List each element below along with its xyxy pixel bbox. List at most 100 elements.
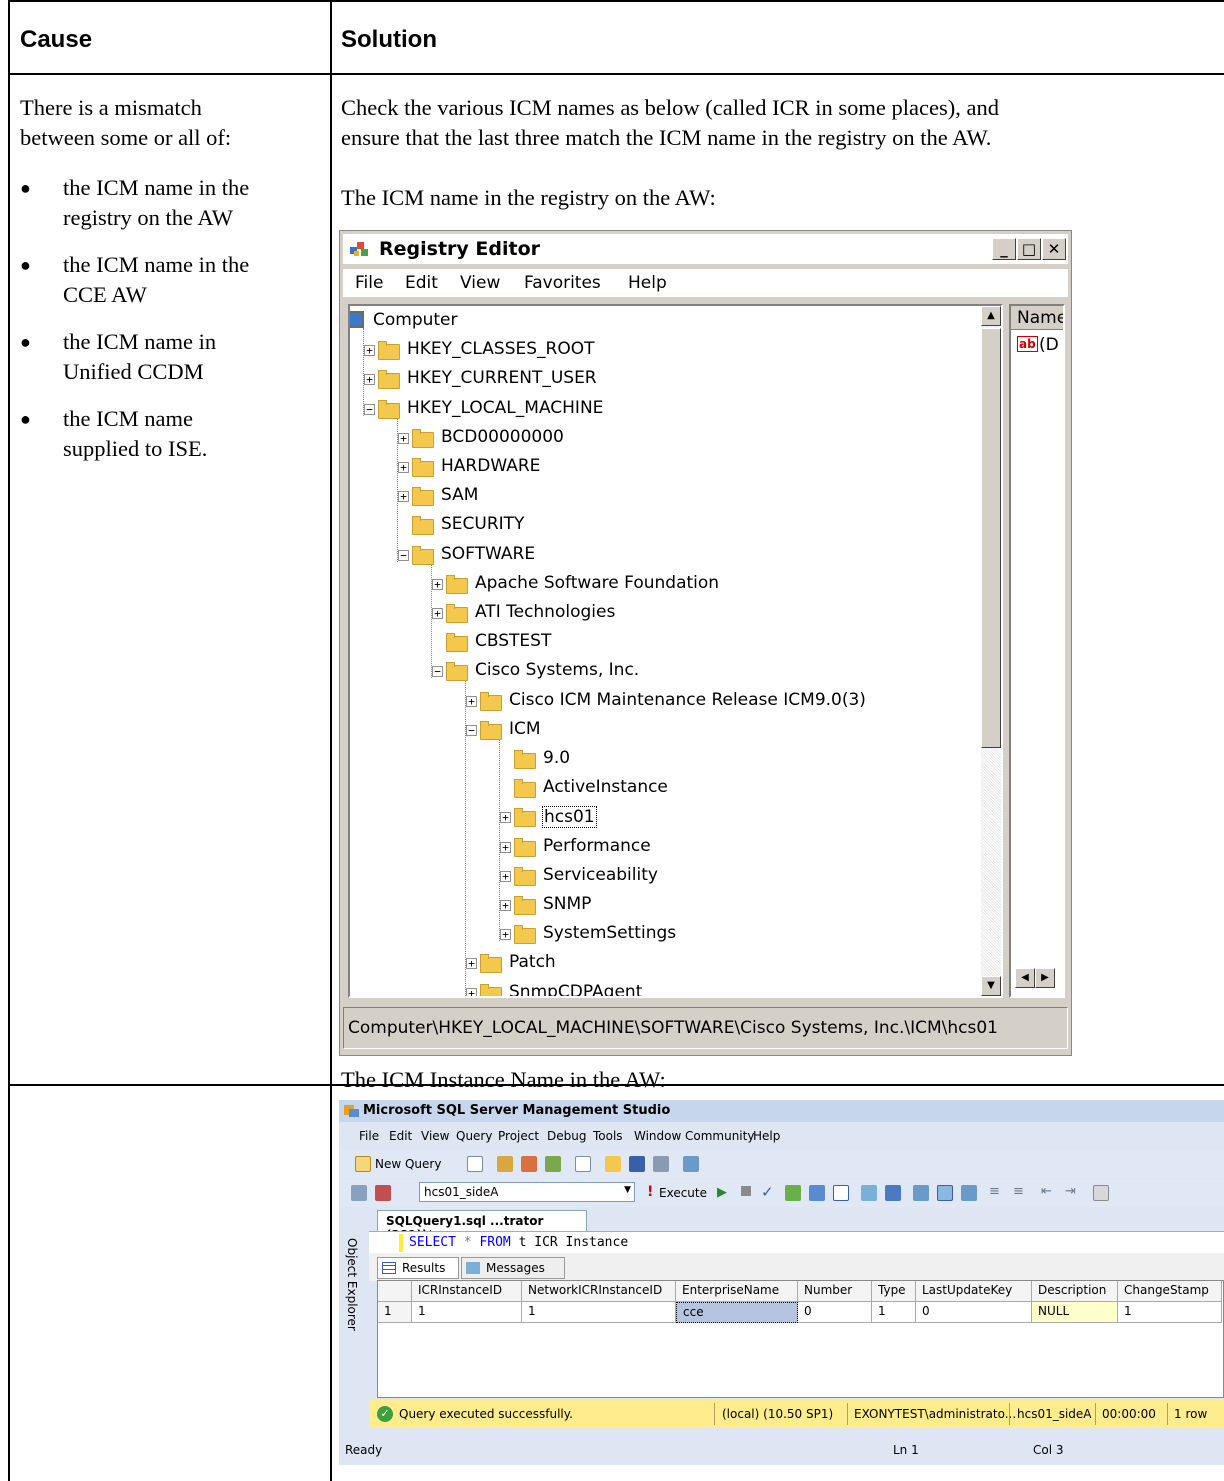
database-selector[interactable]: hcs01_sideA ▼ xyxy=(419,1182,635,1202)
xmla-query-icon[interactable] xyxy=(575,1156,591,1172)
scroll-right-button[interactable]: ▶ xyxy=(1035,968,1055,988)
results-tab[interactable]: Results xyxy=(377,1257,459,1279)
menu-file[interactable]: File xyxy=(355,273,383,293)
expand-icon[interactable]: + xyxy=(500,812,511,824)
expand-icon[interactable]: + xyxy=(500,841,511,853)
minimize-button[interactable]: _ xyxy=(992,238,1016,260)
tree-vertical-scrollbar[interactable]: ▲ ▼ xyxy=(981,306,1001,996)
ssms-menu-edit[interactable]: Edit xyxy=(389,1129,412,1143)
column-header[interactable]: Description xyxy=(1032,1281,1118,1302)
column-header[interactable]: NetworkICRInstanceID xyxy=(522,1281,676,1302)
connect-icon[interactable] xyxy=(351,1185,367,1201)
estimated-plan-icon[interactable] xyxy=(785,1185,801,1201)
column-header[interactable]: Type xyxy=(872,1281,916,1302)
query-document-tab[interactable]: SQLQuery1.sql ...trator (281))* xyxy=(377,1210,587,1242)
expand-icon[interactable]: + xyxy=(364,345,375,357)
collapse-icon[interactable]: − xyxy=(432,666,443,678)
table-cell[interactable]: 1 xyxy=(412,1302,522,1323)
results-to-report-icon[interactable] xyxy=(961,1185,977,1201)
menu-view[interactable]: View xyxy=(460,273,500,293)
scroll-up-button[interactable]: ▲ xyxy=(981,306,1001,326)
expand-icon[interactable]: + xyxy=(500,900,511,911)
database-query-icon[interactable] xyxy=(497,1156,513,1172)
open-file-icon[interactable] xyxy=(605,1156,621,1172)
collapse-icon[interactable]: − xyxy=(364,403,375,415)
expand-icon[interactable]: + xyxy=(398,491,409,503)
debug-icon[interactable]: ▶ xyxy=(717,1185,727,1200)
results-to-text-icon[interactable] xyxy=(833,1185,849,1201)
ssms-menu-query[interactable]: Query xyxy=(456,1129,492,1143)
analysis-query-icon[interactable] xyxy=(521,1156,537,1172)
outdent-icon[interactable]: ⇤ xyxy=(1041,1184,1052,1199)
scroll-down-button[interactable]: ▼ xyxy=(981,976,1001,996)
ssms-menu-view[interactable]: View xyxy=(421,1129,449,1143)
print-icon[interactable] xyxy=(653,1156,669,1172)
parse-icon[interactable]: ✓ xyxy=(761,1183,774,1201)
expand-icon[interactable]: + xyxy=(398,462,409,473)
scroll-thumb[interactable] xyxy=(981,328,1001,748)
results-to-grid-icon[interactable] xyxy=(913,1185,929,1201)
expand-icon[interactable]: + xyxy=(364,374,375,386)
results-grid[interactable]: ICRInstanceID NetworkICRInstanceID Enterpr… xyxy=(377,1280,1224,1398)
comment-icon[interactable]: ≡ xyxy=(989,1184,1000,1199)
disconnect-icon[interactable] xyxy=(375,1185,391,1201)
expand-icon[interactable]: + xyxy=(466,695,477,707)
column-header[interactable]: EnterpriseName xyxy=(676,1281,798,1302)
execute-button[interactable]: ! Execute xyxy=(645,1182,717,1204)
collapse-icon[interactable]: − xyxy=(466,724,477,736)
maximize-button[interactable]: □ xyxy=(1017,238,1041,260)
menu-help[interactable]: Help xyxy=(628,273,667,293)
menu-edit[interactable]: Edit xyxy=(405,273,438,293)
scroll-left-button[interactable]: ◀ xyxy=(1015,968,1035,988)
table-cell[interactable]: NULL xyxy=(1032,1302,1118,1323)
column-header[interactable]: ChangeStamp xyxy=(1118,1281,1222,1302)
stop-icon[interactable] xyxy=(741,1186,751,1196)
table-cell[interactable]: cce xyxy=(676,1302,798,1323)
new-file-icon[interactable] xyxy=(467,1156,483,1172)
expand-icon[interactable]: + xyxy=(466,958,477,970)
menu-favorites[interactable]: Favorites xyxy=(524,273,601,293)
default-value-name[interactable]: (D xyxy=(1039,335,1059,355)
activity-monitor-icon[interactable] xyxy=(683,1156,699,1172)
column-header[interactable]: LastUpdateKey xyxy=(916,1281,1032,1302)
expand-icon[interactable]: + xyxy=(398,432,409,444)
expand-icon[interactable]: + xyxy=(432,608,443,619)
object-explorer-tab[interactable]: Object Explorer xyxy=(339,1210,365,1420)
client-stats-icon[interactable] xyxy=(885,1185,901,1201)
indent-icon[interactable]: ⇥ xyxy=(1065,1184,1076,1199)
ssms-menu-debug[interactable]: Debug xyxy=(547,1129,586,1143)
messages-tab[interactable]: Messages xyxy=(461,1257,565,1279)
ssms-menu-file[interactable]: File xyxy=(359,1129,379,1143)
table-cell[interactable]: 1 xyxy=(522,1302,676,1323)
query-designer-icon[interactable] xyxy=(809,1185,825,1201)
ssms-menu-community[interactable]: Community xyxy=(685,1129,754,1143)
column-header[interactable]: ICRInstanceID xyxy=(412,1281,522,1302)
expand-icon[interactable]: + xyxy=(500,929,511,941)
uncomment-icon[interactable]: ≡ xyxy=(1013,1184,1024,1199)
new-query-button[interactable]: New Query xyxy=(353,1153,457,1175)
table-cell[interactable]: 0 xyxy=(916,1302,1032,1323)
expand-icon[interactable]: + xyxy=(432,578,443,590)
ssms-menu-window[interactable]: Window xyxy=(634,1129,681,1143)
include-plan-icon[interactable] xyxy=(861,1185,877,1201)
ssms-menu-tools[interactable]: Tools xyxy=(593,1129,623,1143)
table-cell[interactable]: 0 xyxy=(798,1302,872,1323)
row-header-corner[interactable] xyxy=(378,1281,412,1302)
values-column-header[interactable]: Name xyxy=(1011,306,1063,330)
column-header[interactable]: Number xyxy=(798,1281,872,1302)
registry-tree-pane[interactable]: ▲ ▼ − Computer + HKEY_CLASSES_ROOT + HKEY_CUR… xyxy=(348,304,1003,998)
expand-icon[interactable]: + xyxy=(466,987,477,996)
close-button[interactable]: ✕ xyxy=(1042,238,1066,260)
table-cell[interactable]: 1 xyxy=(872,1302,916,1323)
ssms-menu-help[interactable]: Help xyxy=(753,1129,780,1143)
query-editor[interactable]: SELECT * FROM t ICR Instance xyxy=(369,1231,1224,1253)
results-to-file-icon[interactable] xyxy=(937,1185,953,1201)
row-number[interactable]: 1 xyxy=(378,1302,412,1323)
registry-values-pane[interactable]: Name ab (D ◀ ▶ xyxy=(1009,304,1065,998)
ssms-menu-project[interactable]: Project xyxy=(498,1129,539,1143)
table-cell[interactable]: 1 xyxy=(1118,1302,1222,1323)
specify-values-icon[interactable] xyxy=(1093,1185,1109,1201)
collapse-icon[interactable]: − xyxy=(398,549,409,561)
mining-query-icon[interactable] xyxy=(545,1156,561,1172)
expand-icon[interactable]: + xyxy=(500,870,511,882)
